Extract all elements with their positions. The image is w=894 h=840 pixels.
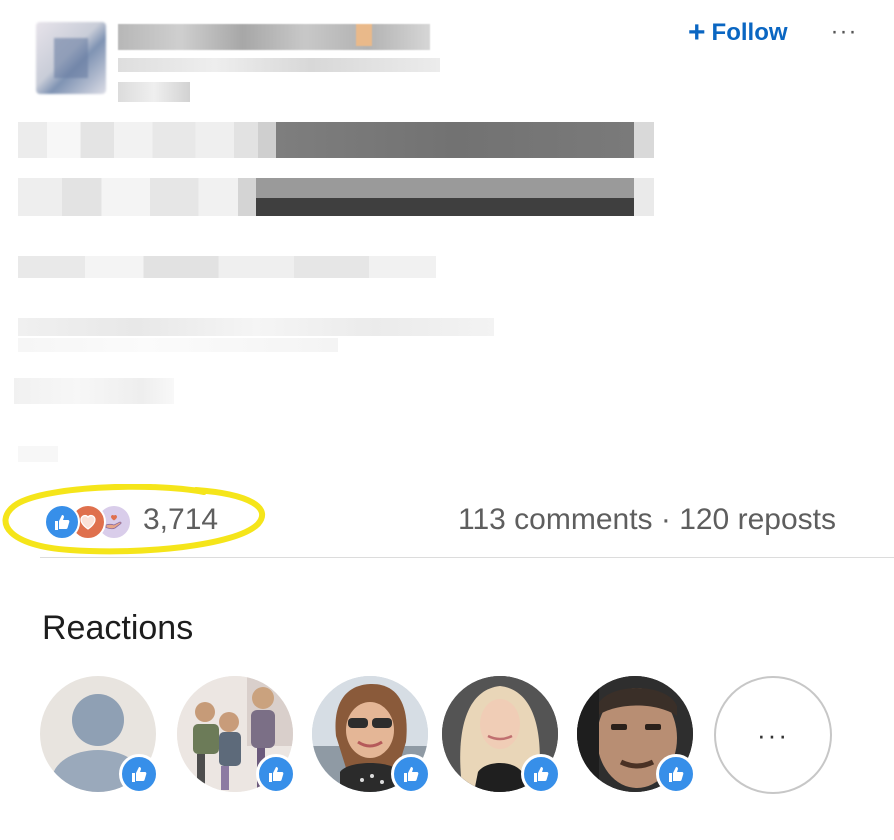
post-text-blurred [256, 178, 634, 198]
post-text-blurred [634, 122, 654, 158]
post-text-blurred [256, 198, 634, 216]
like-badge-icon [391, 754, 431, 794]
post-time-blurred [118, 82, 190, 102]
post-more-options-button[interactable]: ··· [826, 14, 862, 50]
post-text-blurred [276, 122, 634, 158]
reactions-heading: Reactions [42, 609, 194, 647]
comments-reposts-count[interactable]: 113 comments · 120 reposts [458, 502, 836, 538]
follow-button[interactable]: + Follow [688, 17, 788, 49]
author-avatar-blurred[interactable] [36, 22, 106, 94]
post-text-blurred [634, 178, 654, 216]
social-counts-bar: 3,714 113 comments · 120 reposts [0, 490, 894, 550]
post-card: + Follow ··· 3,714 113 comments · 120 re… [0, 0, 894, 840]
more-reactions-button[interactable]: ··· [714, 676, 832, 794]
like-badge-icon [521, 754, 561, 794]
reactions-count[interactable]: 3,714 [143, 502, 218, 538]
reaction-icons-stack[interactable] [44, 504, 138, 540]
like-badge-icon [256, 754, 296, 794]
like-badge-icon [119, 754, 159, 794]
post-text-blurred [18, 178, 238, 216]
post-text-blurred [18, 122, 258, 158]
post-text-blurred [18, 256, 436, 278]
follow-label: Follow [711, 19, 788, 46]
post-text-blurred [238, 178, 256, 216]
post-text-blurred [18, 446, 58, 462]
like-reaction-icon [44, 504, 80, 540]
post-text-blurred [18, 338, 338, 352]
plus-icon: + [688, 16, 706, 49]
divider [40, 557, 894, 558]
post-text-blurred [258, 122, 276, 158]
post-text-blurred [14, 378, 174, 404]
author-headline-blurred [118, 58, 440, 72]
like-badge-icon [656, 754, 696, 794]
author-name-blurred[interactable] [118, 24, 430, 50]
post-text-blurred [18, 318, 494, 336]
